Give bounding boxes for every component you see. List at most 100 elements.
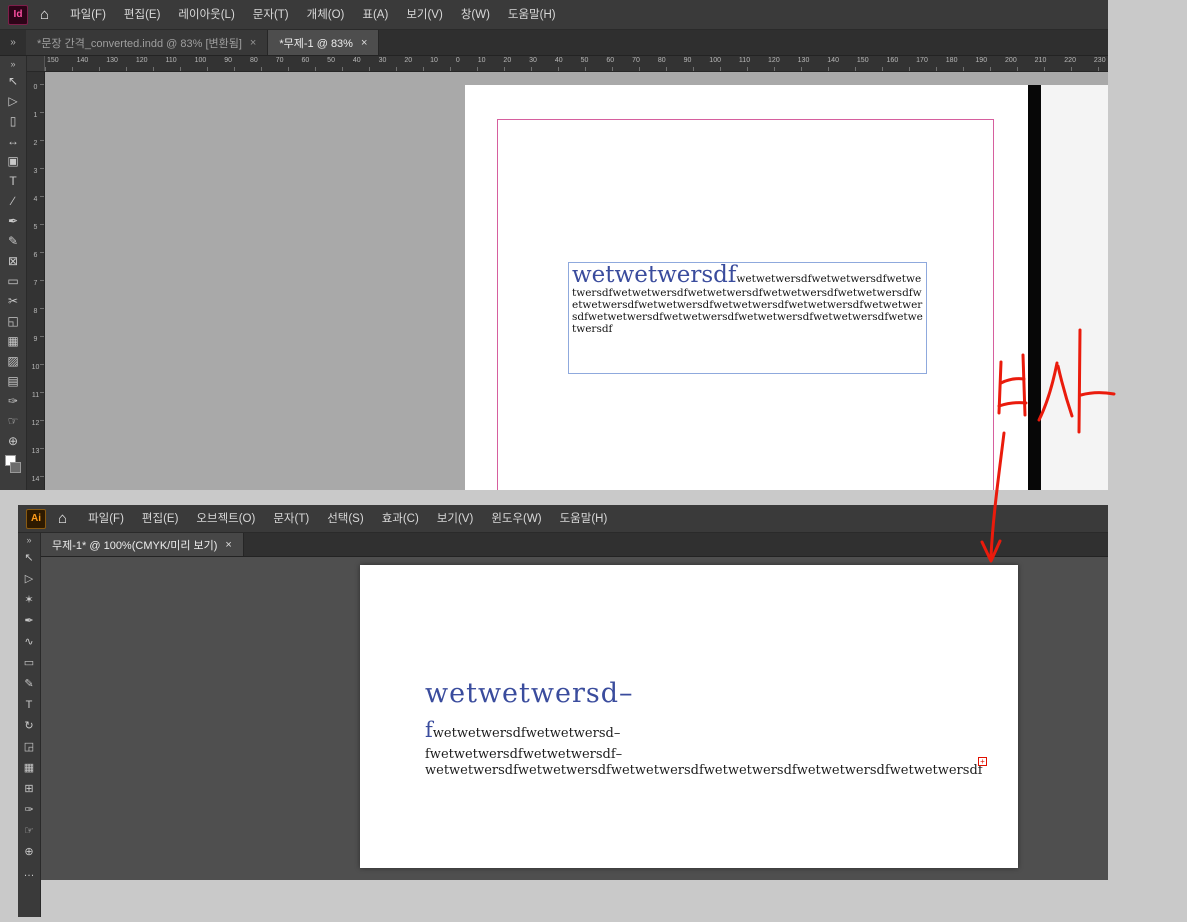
selection-tool[interactable]: ↖ bbox=[0, 71, 26, 91]
menu-item[interactable]: 표(A) bbox=[353, 1, 397, 29]
menu-item[interactable]: 도움말(H) bbox=[551, 505, 617, 533]
menu-item[interactable]: 효과(C) bbox=[373, 505, 428, 533]
menu-item[interactable]: 문자(T) bbox=[264, 505, 318, 533]
text-frame[interactable]: wetwetwersdfwetwetwersdfwetwetwersdfwetw… bbox=[568, 262, 927, 374]
menu-item[interactable]: 파일(F) bbox=[79, 505, 133, 533]
ruler-label: 60 bbox=[606, 57, 615, 64]
menu-item[interactable]: 윈도우(W) bbox=[482, 505, 550, 533]
rectangle-frame-tool[interactable]: ⊠ bbox=[0, 251, 26, 271]
menu-item[interactable]: 개체(O) bbox=[298, 1, 354, 29]
ruler-label: 70 bbox=[632, 57, 640, 64]
fill-stroke-swatches[interactable] bbox=[5, 455, 21, 473]
direct-selection-tool[interactable]: ▷ bbox=[0, 91, 26, 111]
note-tool[interactable]: ▤ bbox=[0, 371, 26, 391]
ruler-label: 50 bbox=[580, 57, 589, 64]
menu-item[interactable]: 파일(F) bbox=[61, 1, 115, 29]
rotate-tool[interactable]: ↻ bbox=[18, 715, 40, 736]
zoom-tool[interactable]: ⊕ bbox=[18, 841, 40, 862]
hand-tool[interactable]: ☞ bbox=[0, 411, 26, 431]
ruler-label: 13 bbox=[31, 448, 40, 455]
ruler-label: 50 bbox=[327, 57, 335, 64]
horizontal-ruler-labels: 150 140 130 120 110 100 90 80 70 60 50 40 30 20 10 0 10 2… bbox=[45, 56, 1108, 71]
artboard[interactable]: wetwetwersd– fwetwetwersdfwetwetwersd– f… bbox=[360, 565, 1018, 868]
ruler-label: 6 bbox=[33, 252, 38, 259]
scissors-tool[interactable]: ✂ bbox=[0, 291, 26, 311]
tab-label: *무제-1 @ 83% bbox=[279, 37, 353, 50]
home-icon[interactable]: ⌂ bbox=[40, 6, 49, 23]
mesh-tool[interactable]: ⊞ bbox=[18, 778, 40, 799]
curvature-tool[interactable]: ∿ bbox=[18, 631, 40, 652]
menu-item[interactable]: 보기(V) bbox=[428, 505, 483, 533]
document-tab[interactable]: 무제-1* @ 100%(CMYK/미리 보기) × bbox=[41, 533, 244, 556]
menu-item[interactable]: 편집(E) bbox=[133, 505, 188, 533]
menu-item[interactable]: 선택(S) bbox=[318, 505, 373, 533]
menu-item[interactable]: 오브젝트(O) bbox=[187, 505, 264, 533]
overset-text-icon[interactable]: + bbox=[978, 757, 987, 766]
menu-item[interactable]: 문자(T) bbox=[244, 1, 298, 29]
illustrator-window: Ai ⌂ 파일(F) 편집(E) 오브젝트(O) 문자(T) 선택(S) 효과(C) 보기(… bbox=[18, 505, 1108, 917]
document-page[interactable]: wetwetwersdfwetwetwersdfwetwetwersdfwetw… bbox=[465, 85, 1028, 490]
eyedropper-tool[interactable]: ✑ bbox=[0, 391, 26, 411]
eyedropper-tool[interactable]: ✑ bbox=[18, 799, 40, 820]
scale-tool[interactable]: ◲ bbox=[18, 736, 40, 757]
ruler-label: 210 bbox=[1034, 57, 1047, 64]
ruler-label: 100 bbox=[194, 57, 207, 64]
gradient-swatch-tool[interactable]: ▦ bbox=[0, 331, 26, 351]
toolbar-collapse-icon[interactable]: » bbox=[0, 57, 26, 71]
menu-item[interactable]: 창(W) bbox=[452, 1, 499, 29]
vertical-ruler[interactable]: 0 1 2 3 4 5 6 7 8 9 10 11 12 13 14 bbox=[27, 72, 45, 490]
pencil-tool[interactable]: ✎ bbox=[0, 231, 26, 251]
menu-item[interactable]: 도움말(H) bbox=[499, 1, 565, 29]
menu-item[interactable]: 편집(E) bbox=[115, 1, 170, 29]
ruler-label: 20 bbox=[404, 57, 413, 64]
document-tab[interactable]: *문장 간격_converted.indd @ 83% [변환됨] × bbox=[26, 30, 269, 55]
illustrator-menubar: Ai ⌂ 파일(F) 편집(E) 오브젝트(O) 문자(T) 선택(S) 효과(C) 보기(… bbox=[18, 505, 1108, 533]
zoom-tool[interactable]: ⊕ bbox=[0, 431, 26, 451]
pen-tool[interactable]: ✒ bbox=[18, 610, 40, 631]
tab-close-icon[interactable]: × bbox=[225, 539, 231, 551]
direct-selection-tool[interactable]: ▷ bbox=[18, 568, 40, 589]
menu-item[interactable]: 레이아웃(L) bbox=[169, 1, 243, 29]
paintbrush-tool[interactable]: ✎ bbox=[18, 673, 40, 694]
document-tab[interactable]: *무제-1 @ 83% × bbox=[268, 30, 380, 55]
gradient-feather-tool[interactable]: ▨ bbox=[0, 351, 26, 371]
rectangle-tool[interactable]: ▭ bbox=[18, 652, 40, 673]
magic-wand-tool[interactable]: ✶ bbox=[18, 589, 40, 610]
indesign-menubar: Id ⌂ 파일(F) 편집(E) 레이아웃(L) 문자(T) 개체(O) 표(A) 보기(V… bbox=[0, 0, 1108, 30]
illustrator-canvas[interactable]: wetwetwersd– fwetwetwersdfwetwetwersd– f… bbox=[41, 557, 1108, 880]
artboard-text-block[interactable]: wetwetwersd– fwetwetwersdfwetwetwersd– f… bbox=[425, 678, 1004, 778]
type-tool[interactable]: T bbox=[0, 171, 26, 191]
tab-close-icon[interactable]: × bbox=[361, 37, 367, 49]
ruler-label: 3 bbox=[33, 168, 38, 175]
ruler-origin-corner[interactable] bbox=[27, 56, 45, 71]
ruler-label: 130 bbox=[106, 57, 118, 64]
free-transform-tool[interactable]: ◱ bbox=[0, 311, 26, 331]
hand-tool[interactable]: ☞ bbox=[18, 820, 40, 841]
pen-tool[interactable]: ✒ bbox=[0, 211, 26, 231]
page-tool[interactable]: ▯ bbox=[0, 111, 26, 131]
indesign-app-icon[interactable]: Id bbox=[8, 4, 28, 25]
type-tool[interactable]: T bbox=[18, 694, 40, 715]
panel-expand-icon[interactable]: » bbox=[0, 30, 26, 55]
ruler-label: 100 bbox=[709, 57, 721, 64]
tab-close-icon[interactable]: × bbox=[250, 37, 256, 49]
body-text-line: fwetwetwersdfwetwetwersdf– bbox=[425, 747, 623, 762]
ruler-label: 30 bbox=[378, 57, 387, 64]
menu-item[interactable]: 보기(V) bbox=[397, 1, 452, 29]
toolbar-collapse-icon[interactable]: » bbox=[18, 533, 40, 547]
heading-text: wetwetwersdf bbox=[572, 262, 737, 288]
indesign-pasteboard[interactable]: wetwetwersdfwetwetwersdfwetwetwersdfwetw… bbox=[45, 72, 1108, 490]
illustrator-app-icon[interactable]: Ai bbox=[26, 508, 46, 529]
edit-toolbar-button[interactable]: … bbox=[18, 862, 40, 883]
horizontal-ruler[interactable]: 150 140 130 120 110 100 90 80 70 60 50 40 30 20 10 0 10 2… bbox=[27, 56, 1108, 72]
rectangle-tool[interactable]: ▭ bbox=[0, 271, 26, 291]
home-icon[interactable]: ⌂ bbox=[58, 510, 67, 527]
gradient-tool[interactable]: ▦ bbox=[18, 757, 40, 778]
ruler-label: 120 bbox=[768, 57, 780, 64]
ruler-label: 130 bbox=[797, 57, 810, 64]
content-collector-tool[interactable]: ▣ bbox=[0, 151, 26, 171]
line-tool[interactable]: ∕ bbox=[0, 191, 26, 211]
gap-tool[interactable]: ↔ bbox=[0, 131, 26, 151]
ruler-label: 4 bbox=[33, 196, 38, 203]
selection-tool[interactable]: ↖ bbox=[18, 547, 40, 568]
